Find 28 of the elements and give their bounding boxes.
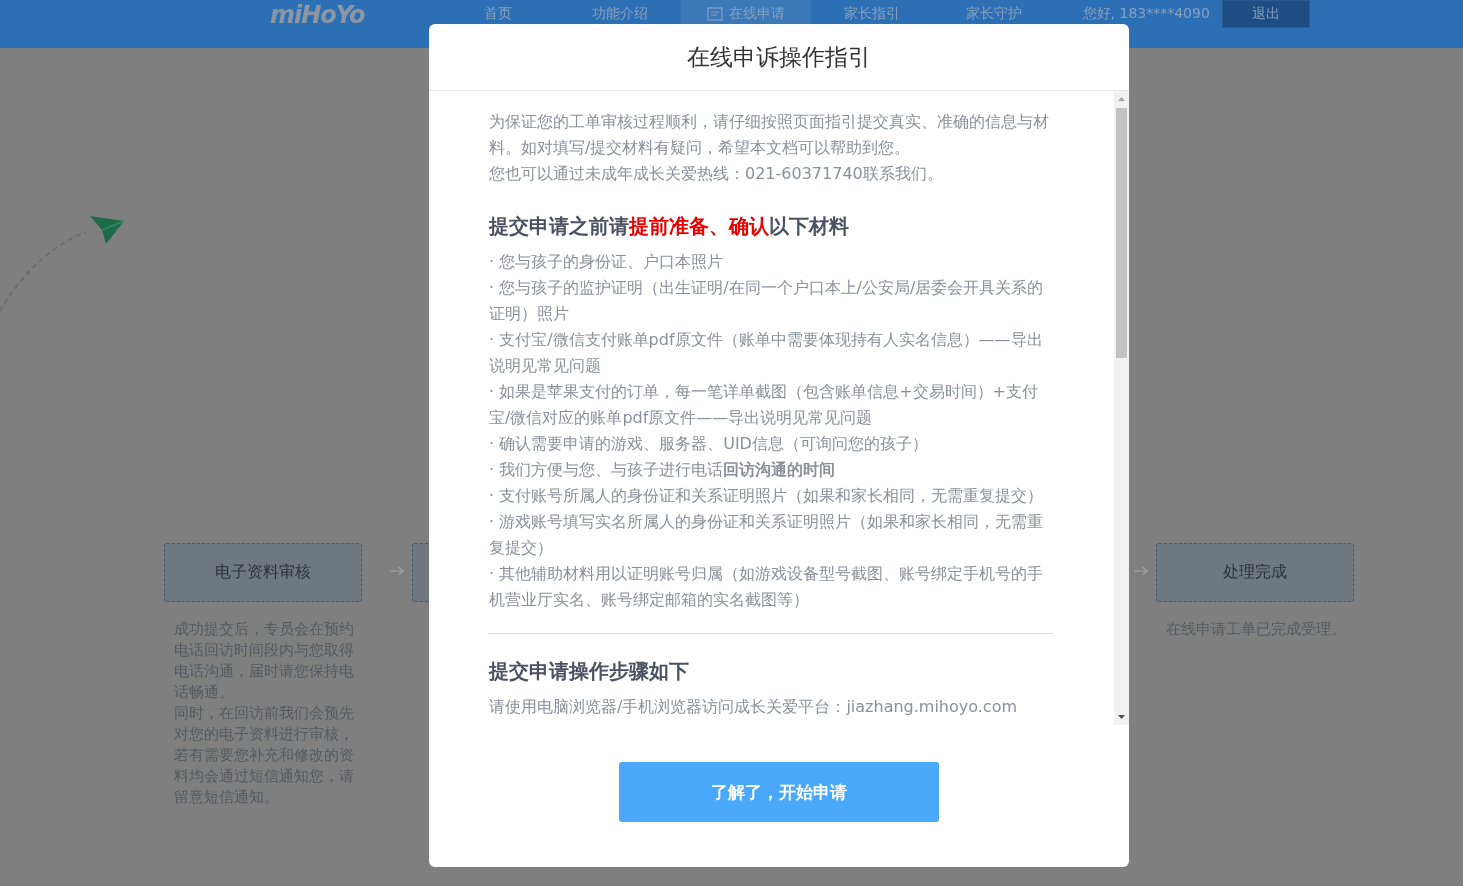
user-greeting: 您好, 183****4090 <box>1082 4 1210 23</box>
material-item: · 我们方便与您、与孩子进行电话回访沟通的时间 <box>489 459 837 481</box>
material-item: · 支付账号所属人的身份证和关系证明照片（如果和家长相同，无需重复提交） <box>489 485 1045 507</box>
step-box: 处理完成 <box>1156 543 1354 602</box>
nav-tab[interactable]: 家长守护 <box>932 0 1055 27</box>
section-heading: 提交申请操作步骤如下 <box>489 658 690 685</box>
logout-button[interactable]: 退出 <box>1221 0 1310 28</box>
nav-tab[interactable]: 首页 <box>436 0 559 27</box>
intro-paragraph: 为保证您的工单审核过程顺利，请仔细按照页面指引提交真实、准确的信息与材料。如对填写/提交材料有疑问，希望本文档可以帮助到您。 <box>489 111 1050 159</box>
material-item: · 您与孩子的监护证明（出生证明/在同一个户口本上/公安局/居委会开具关系的证明）照片 <box>489 277 1045 325</box>
arrow-icon <box>1134 565 1148 577</box>
material-item: · 如果是苹果支付的订单，每一笔详单截图（包含账单信息+交易时间）+支付宝/微信对应的账单pdf原文件——导出说明见常见问题 <box>489 381 1039 429</box>
instruction-text: 请使用电脑浏览器/手机浏览器访问成长关爱平台：jiazhang.mihoyo.com <box>489 696 1018 718</box>
material-item: · 您与孩子的身份证、户口本照片 <box>489 251 725 273</box>
arrow-icon <box>390 565 404 577</box>
nav-tab[interactable]: 功能介绍 <box>558 0 681 27</box>
step-box: 电子资料审核 <box>164 543 362 602</box>
material-item: · 确认需要申请的游戏、服务器、UID信息（可询问您的孩子） <box>489 433 929 455</box>
material-item: · 支付宝/微信支付账单pdf原文件（账单中需要体现持有人实名信息）——导出说明见常见问题 <box>489 329 1044 377</box>
logo[interactable]: miHoYo <box>270 0 371 30</box>
document-icon <box>706 6 723 21</box>
section-heading: 提交申请之前请提前准备、确认以下材料 <box>489 213 850 240</box>
nav-tab[interactable]: 家长指引 <box>810 0 933 27</box>
intro-paragraph: 您也可以通过未成年成长关爱热线：021-60371740联系我们。 <box>489 163 944 185</box>
dialog-title: 在线申诉操作指引 <box>429 24 1129 91</box>
material-item: · 游戏账号填写实名所属人的身份证和关系证明照片（如果和家长相同，无需重复提交） <box>489 511 1045 559</box>
material-item: · 其他辅助材料用以证明账号归属（如游戏设备型号截图、账号绑定手机号的手机营业厅实名、账号绑定邮箱的实名截图等） <box>489 563 1045 611</box>
start-application-button[interactable]: 了解了，开始申请 <box>619 762 939 822</box>
